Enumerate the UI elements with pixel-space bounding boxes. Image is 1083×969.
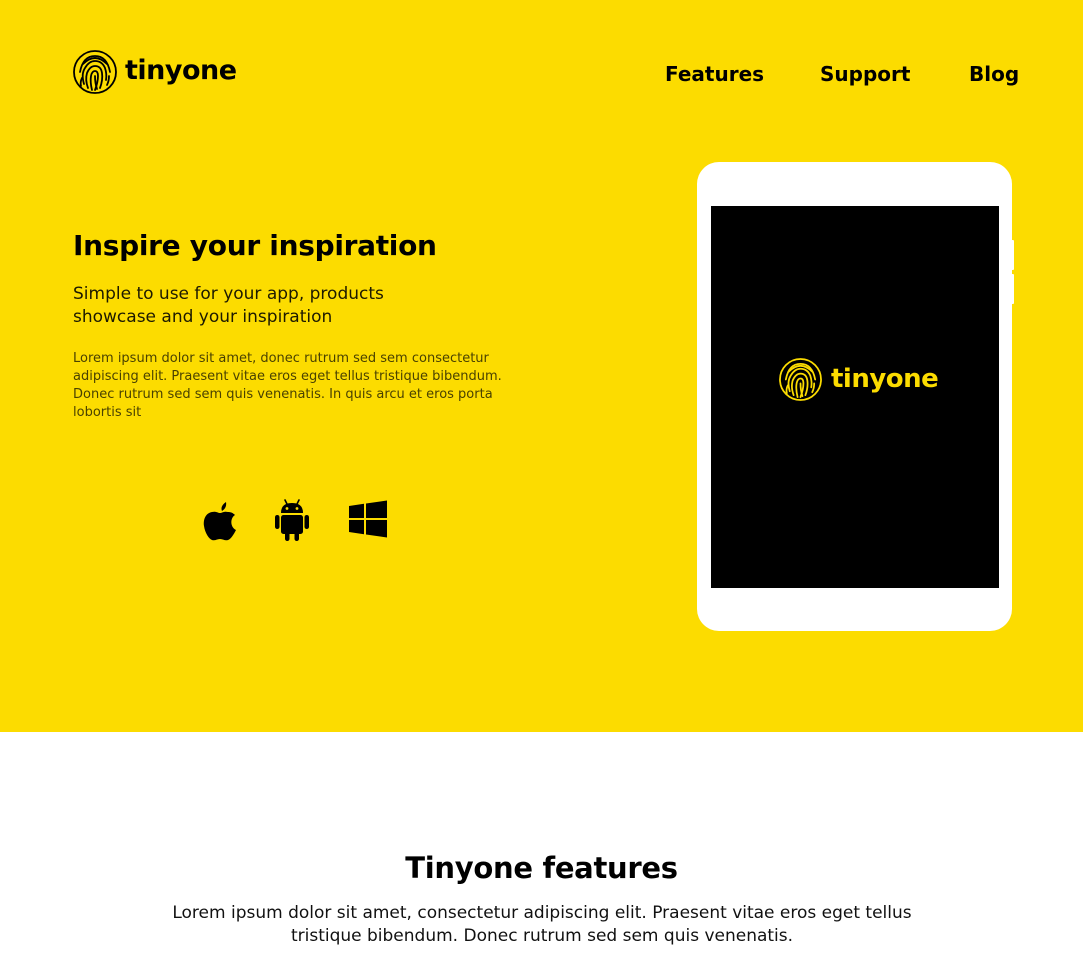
nav-item-support[interactable]: Support (820, 60, 910, 88)
android-icon[interactable] (274, 498, 310, 542)
screen-logo-text: tinyone (831, 363, 939, 394)
screen-logo: tinyone (779, 358, 939, 401)
windows-icon[interactable] (348, 498, 388, 542)
hero-section: tinyone Features Support Blog Inspire yo… (0, 0, 1083, 732)
tablet-mockup: tinyone (697, 162, 1014, 631)
tablet-side-button (1011, 274, 1014, 304)
tablet-side-button (1011, 240, 1014, 270)
fingerprint-icon (779, 358, 822, 401)
hero-subtitle: Simple to use for your app, products sho… (73, 284, 384, 327)
tablet-screen: tinyone (711, 206, 999, 588)
features-title: Tinyone features (405, 851, 678, 885)
hero-body-text: Lorem ipsum dolor sit amet, donec rutrum… (73, 351, 502, 420)
features-body-text: Lorem ipsum dolor sit amet, consectetur … (172, 903, 912, 946)
apple-icon[interactable] (202, 498, 238, 542)
nav-item-features[interactable]: Features (665, 60, 764, 88)
nav-item-blog[interactable]: Blog (969, 60, 1019, 88)
brand-name: tinyone (125, 54, 237, 86)
brand-logo[interactable]: tinyone (73, 50, 237, 94)
hero-title: Inspire your inspiration (73, 229, 437, 262)
fingerprint-icon (73, 50, 117, 94)
